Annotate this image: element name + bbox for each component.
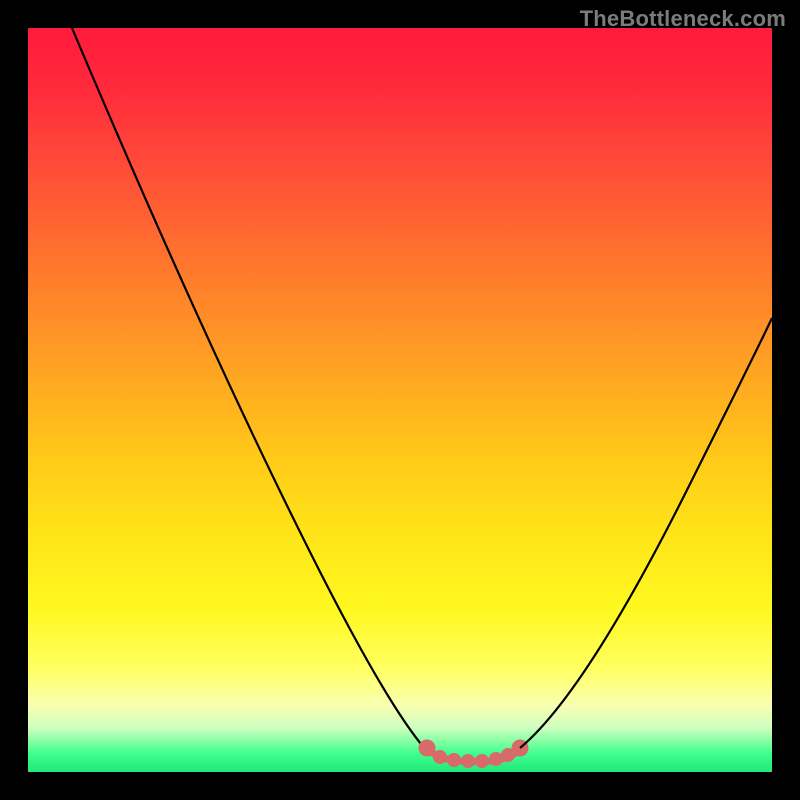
left-curve-path [72, 28, 426, 750]
right-curve-path [520, 318, 772, 748]
chart-curves-layer [28, 28, 772, 772]
flat-bottom-group [422, 743, 525, 765]
watermark-text: TheBottleneck.com [580, 6, 786, 32]
